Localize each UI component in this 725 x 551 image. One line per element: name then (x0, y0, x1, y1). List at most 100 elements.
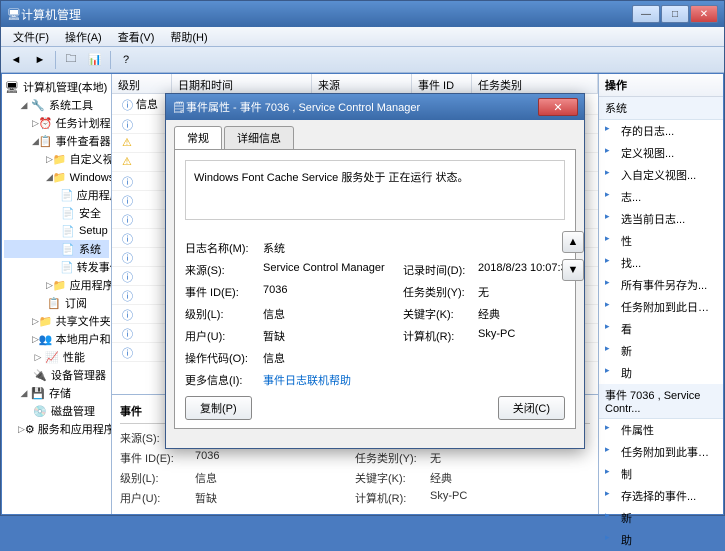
actions-item[interactable]: 件属性 (599, 419, 723, 441)
event-message: Windows Font Cache Service 服务处于 正在运行 状态。 (185, 160, 565, 220)
info-icon: ⓘ (116, 269, 130, 283)
close-button[interactable]: 关闭(C) (498, 396, 565, 420)
list-header: 级别 日期和时间 来源 事件 ID 任务类别 (112, 74, 598, 94)
info-icon: ⓘ (116, 212, 130, 226)
actions-item[interactable]: 任务附加到此日志... (599, 296, 723, 318)
field-label: 用户(U): (185, 328, 263, 344)
menu-help[interactable]: 帮助(H) (162, 27, 215, 47)
tree-services[interactable]: ▷⚙服务和应用程序 (4, 420, 109, 438)
app-icon: 🖥 (7, 8, 21, 21)
tree-scheduler[interactable]: ▷⏰任务计划程序 (4, 114, 109, 132)
actions-item[interactable]: 选当前日志... (599, 208, 723, 230)
tree-subscriptions[interactable]: 📋订阅 (4, 294, 109, 312)
menu-file[interactable]: 文件(F) (5, 27, 57, 47)
toolbar-icon[interactable]: 🗀 (62, 51, 80, 69)
detail-label: 事件 ID(E): (120, 450, 195, 466)
info-icon: ⓘ (116, 193, 130, 207)
field-label: 更多信息(I): (185, 372, 263, 388)
tree-device-manager[interactable]: 🔌设备管理器 (4, 366, 109, 384)
col-category[interactable]: 任务类别 (472, 74, 598, 93)
minimize-button[interactable]: — (632, 5, 660, 23)
tree-root[interactable]: 🖥计算机管理(本地) (4, 78, 109, 96)
actions-item[interactable]: 定义视图... (599, 142, 723, 164)
detail-label: 计算机(R): (355, 490, 430, 506)
online-help-link[interactable]: 事件日志联机帮助 (263, 372, 403, 388)
actions-item[interactable]: 性 (599, 230, 723, 252)
menu-action[interactable]: 操作(A) (57, 27, 110, 47)
tree-security[interactable]: 📄安全 (4, 204, 109, 222)
info-icon: ⓘ (116, 231, 130, 245)
tree-storage[interactable]: ◢💾存储 (4, 384, 109, 402)
warning-icon: ⚠ (116, 155, 130, 169)
col-source[interactable]: 来源 (312, 74, 412, 93)
actions-item[interactable]: 志... (599, 186, 723, 208)
actions-item[interactable]: 新 (599, 507, 723, 529)
tree-system[interactable]: 📄系统 (4, 240, 109, 258)
col-datetime[interactable]: 日期和时间 (172, 74, 312, 93)
actions-item[interactable]: 看 (599, 318, 723, 340)
dialog-title: 事件属性 - 事件 7036 , Service Control Manager (186, 99, 538, 115)
actions-item[interactable]: 所有事件另存为... (599, 274, 723, 296)
tree-local-users[interactable]: ▷👥本地用户和组 (4, 330, 109, 348)
actions-item[interactable]: 存的日志... (599, 120, 723, 142)
actions-item[interactable]: 任务附加到此事件... (599, 441, 723, 463)
nav-down-button[interactable]: ▼ (562, 259, 584, 281)
tree-forwarded[interactable]: 📄转发事件 (4, 258, 109, 276)
menu-view[interactable]: 查看(V) (110, 27, 163, 47)
field-label: 记录时间(D): (403, 262, 478, 278)
toolbar-icon[interactable]: 📊 (86, 51, 104, 69)
info-icon: ⓘ (116, 97, 130, 111)
tree-app-services[interactable]: ▷📁应用程序和服务日志 (4, 276, 109, 294)
titlebar[interactable]: 🖥 计算机管理 — □ ✕ (1, 1, 724, 27)
dialog-close-button[interactable]: ✕ (538, 98, 578, 116)
detail-label: 任务类别(Y): (355, 450, 430, 466)
tree-windows-logs[interactable]: ◢📁Windows 日志 (4, 168, 109, 186)
tree-performance[interactable]: ▷📈性能 (4, 348, 109, 366)
tree-setup[interactable]: 📄Setup (4, 222, 109, 240)
field-label: 关键字(K): (403, 306, 478, 322)
actions-header: 操作 (599, 74, 723, 97)
tree-systools[interactable]: ◢🔧系统工具 (4, 96, 109, 114)
separator (110, 51, 111, 69)
forward-icon[interactable]: ► (31, 51, 49, 69)
actions-item[interactable]: 找... (599, 252, 723, 274)
help-icon[interactable]: ? (117, 51, 135, 69)
dialog-icon: 🗒 (172, 101, 186, 114)
tree-view[interactable]: 🖥计算机管理(本地) ◢🔧系统工具 ▷⏰任务计划程序 ◢📋事件查看器 ▷📁自定义… (2, 74, 112, 514)
actions-item[interactable]: 新 (599, 340, 723, 362)
field-label: 日志名称(M): (185, 240, 263, 256)
back-icon[interactable]: ◄ (7, 51, 25, 69)
detail-label: 级别(L): (120, 470, 195, 486)
actions-item[interactable]: 制 (599, 463, 723, 485)
field-label: 操作代码(O): (185, 350, 263, 366)
nav-up-button[interactable]: ▲ (562, 231, 584, 253)
info-icon: ⓘ (116, 345, 130, 359)
tree-custom-views[interactable]: ▷📁自定义视图 (4, 150, 109, 168)
actions-section: 系统 (599, 97, 723, 120)
field-label: 级别(L): (185, 306, 263, 322)
actions-item[interactable]: 助 (599, 529, 723, 551)
actions-item[interactable]: 助 (599, 362, 723, 384)
event-properties-dialog: 🗒 事件属性 - 事件 7036 , Service Control Manag… (165, 93, 585, 449)
tree-disk-management[interactable]: 💿磁盘管理 (4, 402, 109, 420)
tab-details[interactable]: 详细信息 (224, 126, 294, 149)
actions-item[interactable]: 入自定义视图... (599, 164, 723, 186)
info-icon: ⓘ (116, 288, 130, 302)
field-label: 任务类别(Y): (403, 284, 478, 300)
maximize-button[interactable]: □ (661, 5, 689, 23)
field-label: 计算机(R): (403, 328, 478, 344)
separator (55, 51, 56, 69)
col-level[interactable]: 级别 (112, 74, 172, 93)
close-button[interactable]: ✕ (690, 5, 718, 23)
tree-shared-folders[interactable]: ▷📁共享文件夹 (4, 312, 109, 330)
col-eventid[interactable]: 事件 ID (412, 74, 472, 93)
actions-section: 事件 7036 , Service Contr... (599, 384, 723, 419)
tree-event-viewer[interactable]: ◢📋事件查看器 (4, 132, 109, 150)
tree-application[interactable]: 📄应用程序 (4, 186, 109, 204)
copy-button[interactable]: 复制(P) (185, 396, 252, 420)
actions-item[interactable]: 存选择的事件... (599, 485, 723, 507)
window-title: 计算机管理 (21, 6, 632, 23)
toolbar: ◄ ► 🗀 📊 ? (1, 47, 724, 73)
tab-general[interactable]: 常规 (174, 126, 222, 149)
dialog-titlebar[interactable]: 🗒 事件属性 - 事件 7036 , Service Control Manag… (166, 94, 584, 120)
